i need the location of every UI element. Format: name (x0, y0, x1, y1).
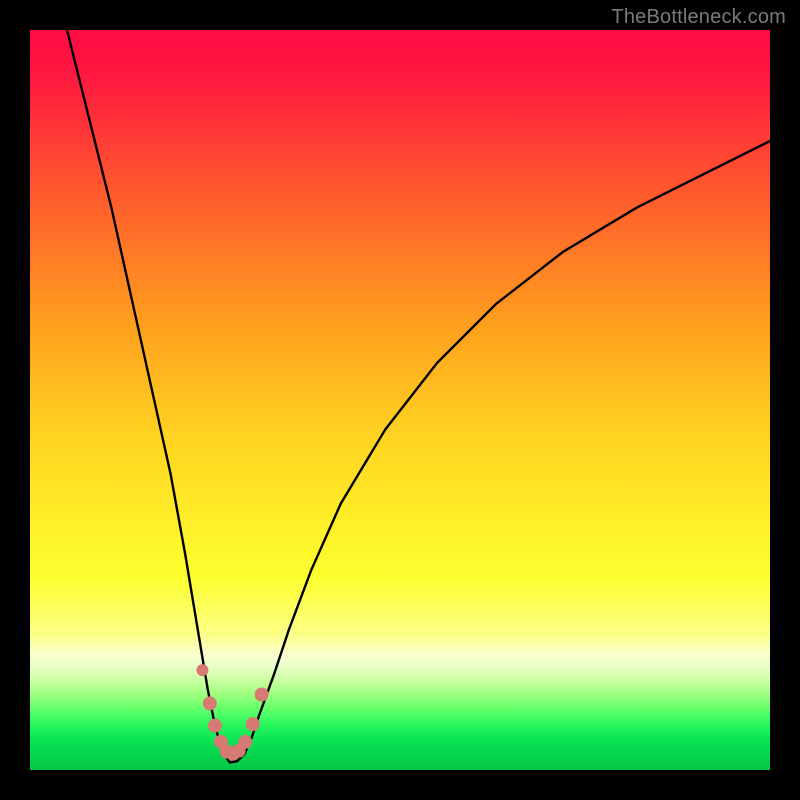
bottleneck-curve (67, 30, 770, 763)
plot-area (30, 30, 770, 770)
optimal-marker (208, 719, 222, 733)
optimal-marker (238, 735, 252, 749)
optimal-marker (255, 688, 269, 702)
outer-frame: TheBottleneck.com (0, 0, 800, 800)
optimal-markers (196, 664, 268, 761)
optimal-marker (203, 696, 217, 710)
optimal-marker (196, 664, 208, 676)
optimal-marker (246, 717, 260, 731)
chart-svg (30, 30, 770, 770)
watermark-text: TheBottleneck.com (611, 6, 786, 29)
